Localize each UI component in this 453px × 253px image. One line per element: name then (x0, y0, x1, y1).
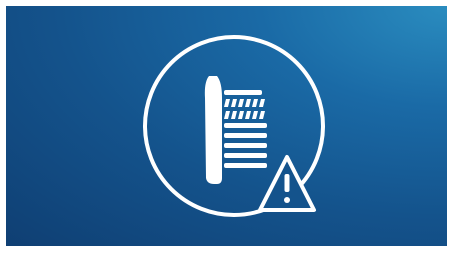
warning-triangle-icon (258, 155, 316, 212)
illustration-graphic (143, 35, 325, 217)
illustration-panel (6, 6, 447, 246)
exclamation-dot (284, 197, 290, 203)
brush-head-icon (204, 76, 267, 184)
hatched-bristles (224, 99, 265, 119)
exclamation-bar (284, 174, 290, 192)
